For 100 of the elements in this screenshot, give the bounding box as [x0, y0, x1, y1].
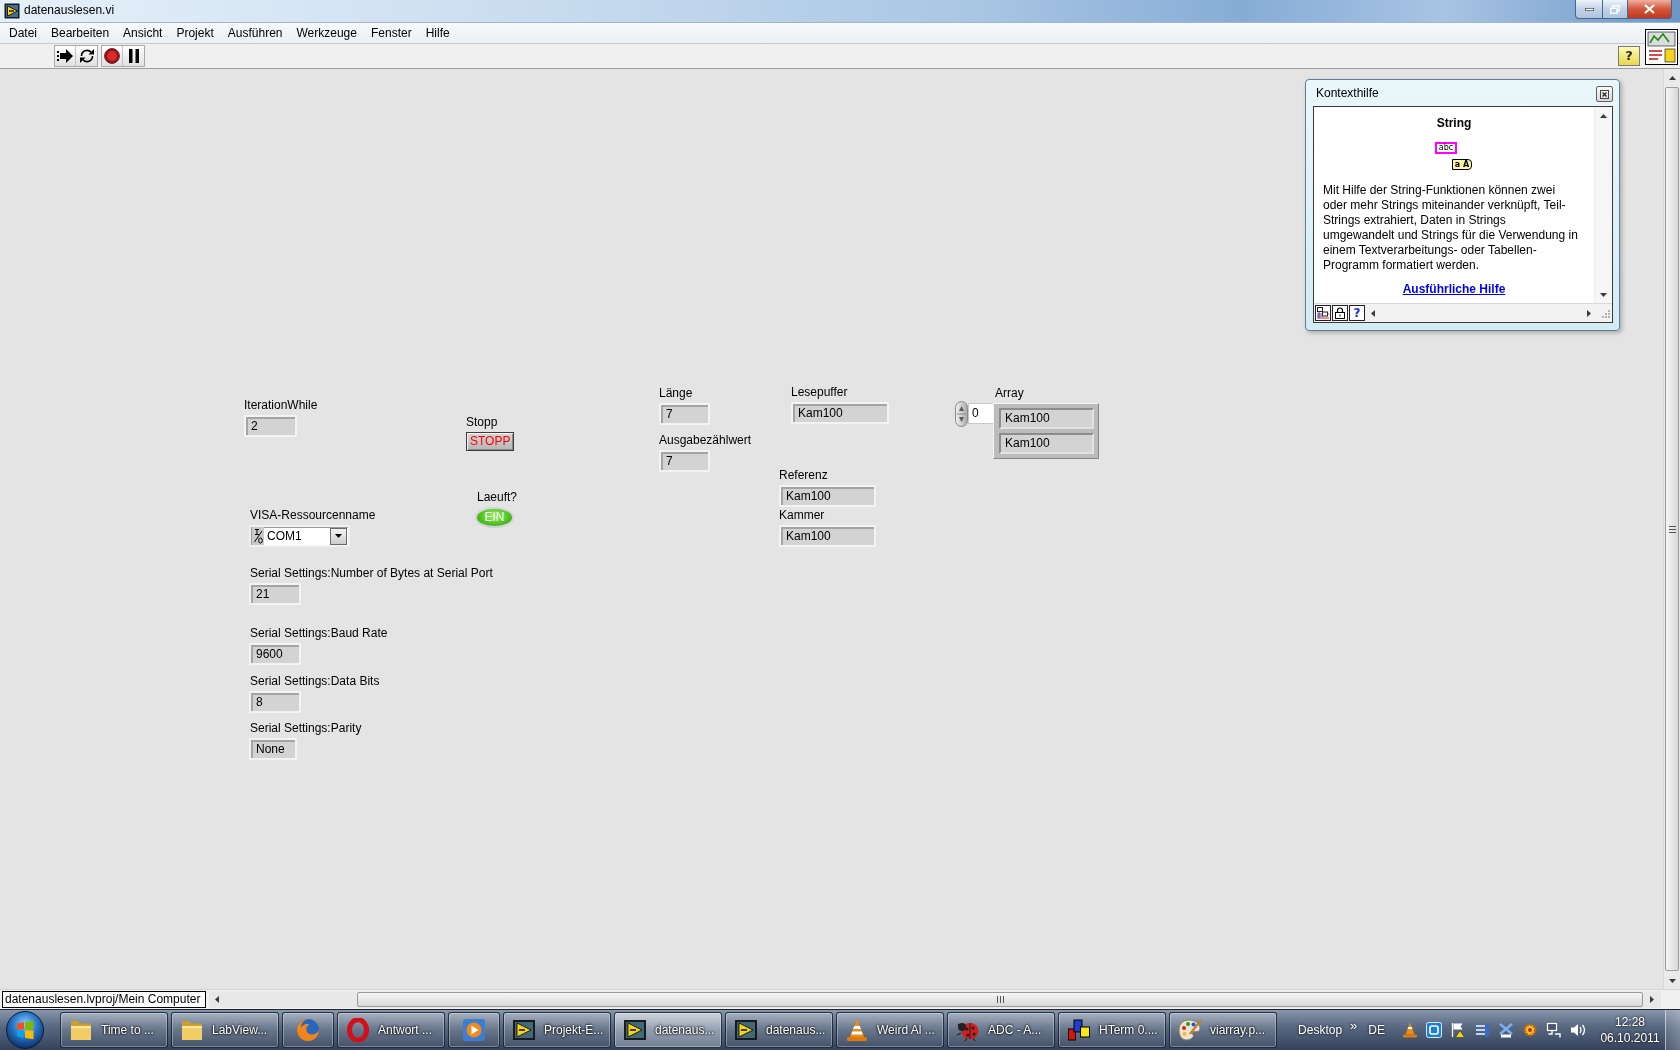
run-button[interactable]	[55, 46, 76, 66]
control-label: VISA-Ressourcenname	[250, 508, 376, 522]
run-continuously-button[interactable]	[76, 46, 97, 66]
horizontal-scrollbar[interactable]	[209, 991, 1661, 1008]
folder-icon	[180, 1018, 204, 1042]
vertical-scrollbar[interactable]	[1663, 69, 1680, 989]
control-label: Serial Settings:Baud Rate	[250, 626, 388, 640]
taskbar-button[interactable]: Weird Al ...	[836, 1012, 944, 1048]
menu-item[interactable]: Projekt	[169, 23, 221, 43]
control-label: Lesepuffer	[791, 385, 848, 399]
control-label: Ausgabezählwert	[659, 433, 752, 447]
help-button[interactable]: ?	[1349, 305, 1365, 321]
show-desktop-button[interactable]	[1665, 1010, 1680, 1050]
menu-item[interactable]: Hilfe	[418, 23, 457, 43]
numeric-indicator: 7	[659, 450, 710, 472]
flag-icon[interactable]	[1450, 1022, 1466, 1038]
menu-item[interactable]: Ausführen	[220, 23, 290, 43]
app-icon	[4, 3, 20, 19]
close-icon	[1644, 4, 1655, 14]
vertical-scrollbar[interactable]	[1594, 107, 1612, 303]
string-constant-symbol: abc	[1434, 142, 1458, 154]
up-arrow-icon[interactable]	[1600, 113, 1607, 118]
close-button[interactable]	[1596, 86, 1613, 102]
language-indicator[interactable]: DE	[1368, 1023, 1385, 1037]
window-title: datenauslesen.vi	[24, 2, 115, 19]
pause-button[interactable]	[123, 46, 144, 66]
close-button[interactable]	[1628, 0, 1672, 19]
taskbar-button[interactable]: ADC - A...	[947, 1012, 1055, 1048]
numeric-indicator: 21	[249, 583, 301, 605]
taskbar-button[interactable]	[448, 1012, 500, 1048]
resource-dropdown[interactable]: COM1	[249, 525, 350, 547]
scroll-thumb[interactable]	[1665, 87, 1679, 971]
io-icon	[252, 527, 264, 545]
menu-item[interactable]: Datei	[2, 23, 44, 43]
ring-icon	[346, 1018, 370, 1042]
down-arrow-icon[interactable]	[1600, 292, 1607, 297]
taskbar-button[interactable]: datenaus...	[725, 1012, 833, 1048]
menu-item[interactable]: Ansicht	[116, 23, 170, 43]
up-arrow-icon[interactable]	[1668, 75, 1676, 80]
index-field[interactable]: 0	[968, 403, 993, 424]
lock-button[interactable]	[1332, 305, 1348, 321]
menu-item[interactable]: Bearbeiten	[44, 23, 117, 43]
grip-icon	[996, 996, 1004, 1003]
menu-item[interactable]: Fenster	[363, 23, 419, 43]
left-arrow-icon[interactable]	[1371, 309, 1375, 317]
cone-icon	[845, 1018, 869, 1042]
menu-item[interactable]: Werkzeuge	[289, 23, 364, 43]
left-arrow-icon[interactable]	[214, 996, 219, 1003]
clock-time[interactable]: 12:28	[1615, 1014, 1645, 1030]
spinner-icon[interactable]	[955, 401, 968, 427]
orb-icon[interactable]	[6, 1011, 44, 1049]
chevron-button[interactable]: »	[1350, 1017, 1358, 1033]
taskbar-button[interactable]: Time to ...	[60, 1012, 168, 1048]
control-label: Kammer	[779, 508, 825, 522]
control-label: Array	[995, 386, 1024, 400]
taskbar-button[interactable]: LabView...	[171, 1012, 279, 1048]
monitor-icon[interactable]	[1546, 1022, 1562, 1038]
ring-indicator: None	[249, 738, 297, 760]
restore-button[interactable]	[1603, 0, 1628, 19]
string-indicator: Kam100	[779, 525, 876, 547]
diagram-button[interactable]	[1315, 305, 1331, 321]
numeric-indicator: 2	[244, 415, 297, 437]
taskbar-button[interactable]: viarray.p...	[1169, 1012, 1277, 1048]
status-path: datenauslesen.lvproj/Mein Computer	[2, 991, 206, 1008]
led-indicator: EIN	[475, 507, 514, 528]
cone-icon[interactable]	[1402, 1022, 1418, 1038]
caret-icon	[335, 534, 342, 538]
window-title: Kontexthilfe	[1316, 86, 1379, 100]
help-button[interactable]: ?	[1618, 46, 1640, 66]
taskbar-button[interactable]: Projekt-E...	[503, 1012, 611, 1048]
grip-icon	[1668, 525, 1676, 533]
folder-icon	[69, 1018, 93, 1042]
diagram-icon	[1317, 307, 1329, 319]
clock-date[interactable]: 06.10.2011	[1600, 1030, 1660, 1046]
taskbar-button[interactable]: Antwort ...	[337, 1012, 445, 1048]
abort-button[interactable]	[102, 46, 123, 66]
control-label: Serial Settings:Data Bits	[250, 674, 380, 688]
right-arrow-icon[interactable]	[1587, 309, 1591, 317]
help-link[interactable]: Ausführliche Hilfe	[1402, 282, 1506, 297]
scroll-thumb[interactable]	[357, 992, 1643, 1007]
string-indicator: Kam100	[999, 433, 1094, 454]
down-arrow-icon[interactable]	[1668, 978, 1676, 983]
string-function-symbol: a A	[1451, 159, 1473, 170]
stop-icon	[104, 48, 120, 64]
bars-icon[interactable]	[1474, 1022, 1490, 1038]
minimize-button[interactable]	[1575, 0, 1603, 19]
desktop-toolbar-label[interactable]: Desktop	[1298, 1023, 1343, 1037]
numeric-indicator: 9600	[249, 643, 301, 665]
right-arrow-icon[interactable]	[1650, 996, 1654, 1003]
speaker-icon[interactable]	[1570, 1022, 1586, 1038]
cross-arrows-icon[interactable]	[1498, 1022, 1514, 1038]
taskbar-button[interactable]	[282, 1012, 334, 1048]
gear-icon[interactable]	[1522, 1022, 1538, 1038]
numeric-indicator: 7	[659, 403, 710, 425]
resize-grip-icon[interactable]	[1600, 308, 1610, 318]
taskbar-button[interactable]: HTerm 0....	[1058, 1012, 1166, 1048]
numeric-indicator: 8	[249, 691, 301, 713]
control-label: Serial Settings:Number of Bytes at Serial Port	[250, 566, 493, 580]
tile-icon[interactable]	[1426, 1022, 1442, 1038]
control-label: Länge	[659, 386, 693, 400]
